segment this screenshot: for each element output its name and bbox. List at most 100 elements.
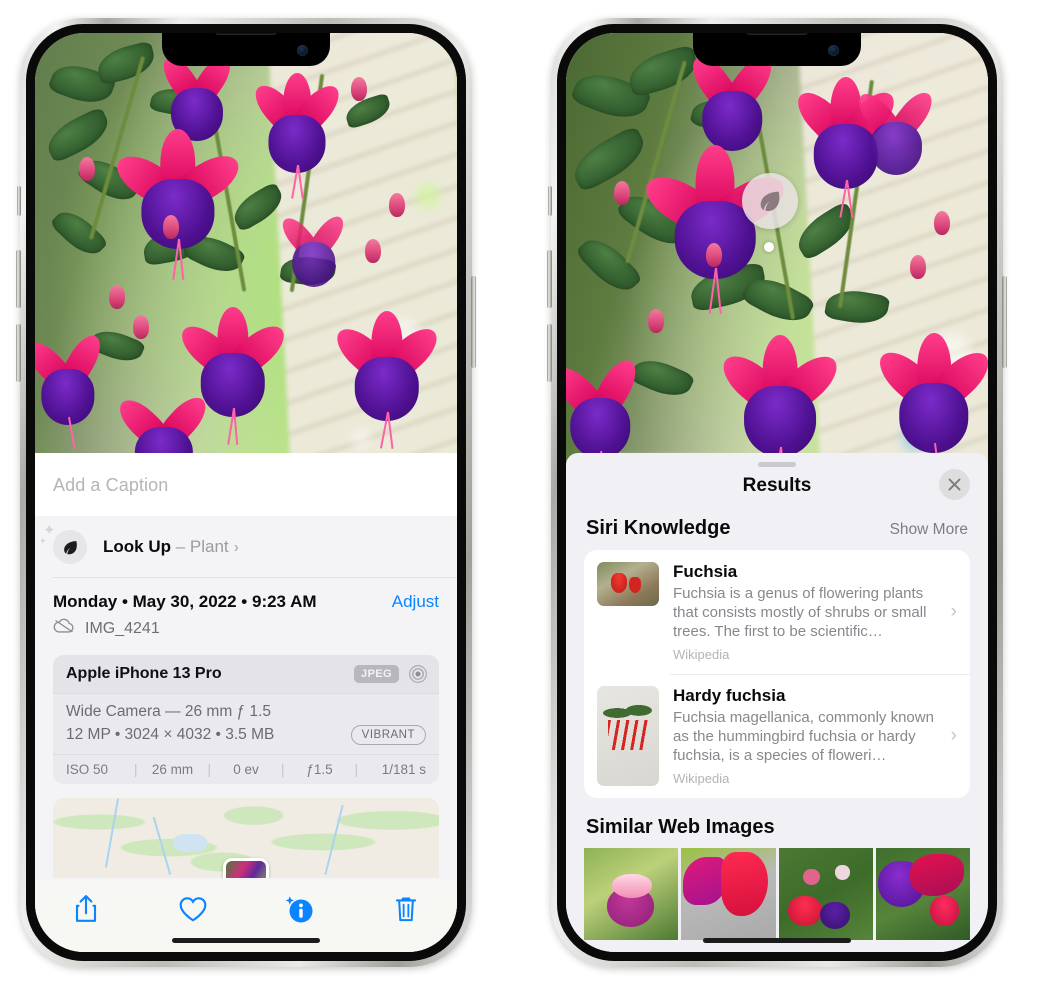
knowledge-title: Fuchsia (673, 562, 738, 581)
bud-2 (910, 255, 926, 279)
adjust-button[interactable]: Adjust (392, 592, 439, 612)
favorite-button[interactable] (170, 886, 216, 932)
look-up-title: Look Up (103, 537, 171, 556)
camera-device-name: Apple iPhone 13 Pro (66, 665, 222, 682)
home-indicator[interactable] (703, 938, 851, 943)
exif-row: ISO 50 | 26 mm | 0 ev | ƒ1.5 | 1/181 s (53, 754, 439, 784)
exif-divider-4: | (354, 762, 358, 777)
device-bezel: Add a Caption ✦ ✦ Look Up – Plant › Mond… (26, 24, 466, 961)
similar-image-4[interactable] (875, 848, 970, 941)
volume-up-button[interactable] (547, 250, 552, 308)
iphone-left-device: Add a Caption ✦ ✦ Look Up – Plant › Mond… (16, 18, 476, 967)
knowledge-text: Fuchsia Fuchsia is a genus of flowering … (673, 562, 949, 662)
lens-line: Wide Camera — 26 mm ƒ 1.5 (66, 703, 272, 720)
screenshot-stage: Add a Caption ✦ ✦ Look Up – Plant › Mond… (0, 0, 1055, 985)
bloom-5 (35, 329, 111, 450)
results-sheet: Results Siri Knowledge Show More Fuchsia… (566, 453, 988, 952)
size-row: 12 MP • 3024 × 4032 • 3.5 MB VIBRANT (66, 725, 426, 745)
front-camera-icon (828, 45, 839, 56)
bud-3 (365, 239, 381, 263)
map-waterway-2 (152, 816, 172, 876)
knowledge-item-fuchsia[interactable]: Fuchsia Fuchsia is a genus of flowering … (584, 550, 970, 674)
format-badge: JPEG (354, 665, 399, 683)
bud-7 (163, 215, 179, 239)
similar-image-1[interactable] (584, 848, 679, 941)
icloud-slash-icon (53, 618, 75, 639)
similar-image-3[interactable] (778, 848, 873, 941)
bud-5 (706, 243, 722, 267)
look-up-dash: – (171, 537, 190, 556)
sheet-title: Results (742, 475, 812, 496)
bud-1 (109, 285, 125, 309)
camera-header: Apple iPhone 13 Pro JPEG (53, 655, 439, 694)
bloom-4 (714, 335, 846, 489)
similar-web-images-strip[interactable] (566, 848, 988, 941)
file-name: IMG_4241 (85, 619, 160, 637)
exif-shutter: 1/181 s (381, 762, 426, 777)
aperture-icon[interactable] (408, 664, 428, 684)
knowledge-text: Hardy fuchsia Fuchsia magellanica, commo… (673, 686, 949, 786)
bloom-5 (566, 353, 648, 487)
map-waterway-1 (104, 798, 120, 868)
bokeh-2 (415, 183, 441, 209)
visual-lookup-badge[interactable] (742, 173, 798, 229)
exif-divider-3: | (280, 762, 285, 777)
chevron-right-icon: › (950, 601, 957, 623)
vibrant-badge: VIBRANT (350, 725, 426, 745)
capture-date: Monday • May 30, 2022 • 9:23 AM (53, 592, 317, 611)
left-screen: Add a Caption ✦ ✦ Look Up – Plant › Mond… (35, 33, 457, 952)
bud-1 (648, 309, 664, 333)
device-notch (162, 33, 330, 66)
knowledge-item-hardy-fuchsia[interactable]: Hardy fuchsia Fuchsia magellanica, commo… (584, 674, 970, 798)
sparkle-icon-small: ✦ (39, 536, 47, 546)
home-indicator[interactable] (172, 938, 320, 943)
volume-down-button[interactable] (547, 324, 552, 382)
bud-4 (389, 193, 405, 217)
capture-details: Monday • May 30, 2022 • 9:23 AM Adjust I… (35, 578, 457, 649)
look-up-row[interactable]: ✦ ✦ Look Up – Plant › (35, 516, 457, 578)
power-button[interactable] (1002, 276, 1007, 368)
map-photo-pin[interactable] (223, 858, 269, 878)
close-button[interactable] (939, 469, 970, 500)
knowledge-source: Wikipedia (673, 647, 730, 663)
camera-body: Wide Camera — 26 mm ƒ 1.5 12 MP • 3024 ×… (53, 694, 439, 754)
bloom-6 (329, 311, 445, 450)
volume-up-button[interactable] (16, 250, 21, 308)
volume-down-button[interactable] (16, 324, 21, 382)
map-waterway-3 (324, 804, 344, 876)
look-up-label: Look Up – Plant › (103, 537, 239, 557)
delete-button[interactable] (383, 886, 429, 932)
knowledge-description: Fuchsia is a genus of flowering plants t… (673, 585, 927, 641)
bloom-2 (247, 73, 347, 199)
earpiece-speaker (746, 33, 808, 35)
knowledge-title: Hardy fuchsia (673, 686, 786, 706)
iphone-right-device: Results Siri Knowledge Show More Fuchsia… (547, 18, 1007, 967)
knowledge-source: Wikipedia (673, 771, 730, 787)
power-button[interactable] (471, 276, 476, 368)
info-button[interactable] (276, 886, 322, 932)
bloom-8 (276, 209, 350, 287)
chevron-right-icon: › (233, 539, 239, 556)
similar-web-images-title: Similar Web Images (586, 816, 775, 839)
bloom-7 (852, 83, 939, 175)
share-button[interactable] (63, 886, 109, 932)
size-line: 12 MP • 3024 × 4032 • 3.5 MB (66, 726, 275, 743)
show-more-button[interactable]: Show More (890, 521, 968, 539)
results-header: Results (566, 467, 988, 513)
thumbnail-fuchsia (597, 562, 659, 606)
location-map-card[interactable] (53, 798, 439, 878)
siri-knowledge-card: Fuchsia Fuchsia is a genus of flowering … (584, 550, 970, 799)
knowledge-description: Fuchsia magellanica, commonly known as t… (673, 709, 934, 765)
file-row: IMG_4241 (53, 618, 439, 639)
front-camera-icon (297, 45, 308, 56)
mute-switch[interactable] (548, 186, 552, 216)
bud-3 (934, 211, 950, 235)
siri-knowledge-header: Siri Knowledge Show More (566, 513, 988, 550)
device-notch (693, 33, 861, 66)
similar-image-2[interactable] (681, 848, 776, 941)
camera-info-card[interactable]: Apple iPhone 13 Pro JPEG Wide Camera — 2… (53, 655, 439, 784)
mute-switch[interactable] (17, 186, 21, 216)
bud-4 (614, 181, 630, 205)
exif-ev: 0 ev (233, 762, 259, 777)
caption-input[interactable]: Add a Caption (35, 453, 457, 516)
